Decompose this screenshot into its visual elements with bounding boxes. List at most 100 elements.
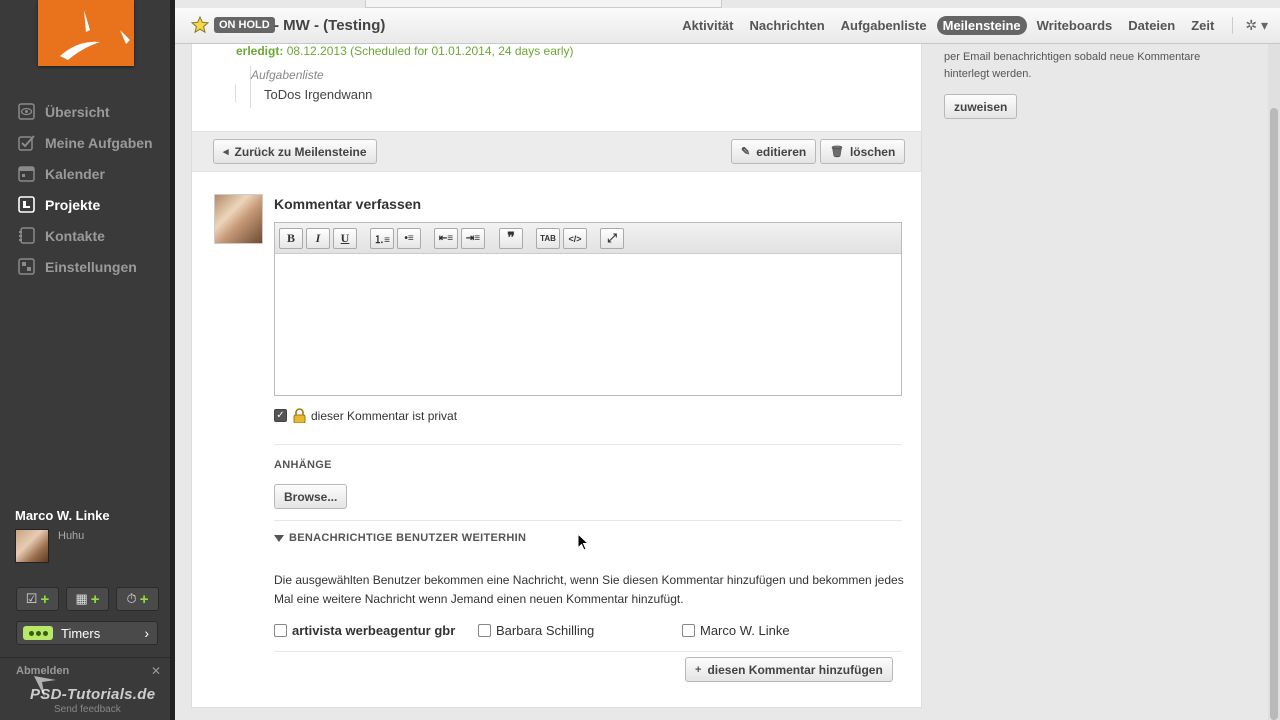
add-comment-button[interactable]: + diesen Kommentar hinzufügen (685, 657, 893, 682)
sidebar-item-label: Einstellungen (45, 258, 137, 275)
private-label: dieser Kommentar ist privat (311, 408, 458, 423)
pencil-icon: ✎ (741, 146, 751, 158)
delete-button[interactable]: 🗑 löschen (820, 139, 906, 164)
avatar[interactable] (15, 529, 49, 563)
edit-button[interactable]: ✎ editieren (731, 139, 817, 164)
tab-writeboards[interactable]: Writeboards (1031, 16, 1119, 35)
plus-icon: + (90, 590, 100, 608)
sidebar-edge (170, 0, 175, 720)
italic-button[interactable]: I (306, 228, 330, 249)
add-task-button[interactable]: ☑ + (16, 587, 59, 611)
subscribe-text: per Email benachrichtigen sobald neue Ko… (944, 51, 1201, 80)
person-option[interactable]: Marco W. Linke (682, 623, 790, 638)
star-icon[interactable] (191, 16, 209, 34)
private-checkbox[interactable]: ✓ (274, 409, 287, 422)
outdent-icon[interactable]: ⇤≡ (434, 228, 458, 249)
editor-toolbar: B I U ⒈≡ •≡ ⇤≡ ⇥≡ ❞ TAB </> ⤢ (275, 223, 901, 254)
project-menu: Aktivität Nachrichten Aufgabenliste Meil… (672, 16, 1268, 35)
sidebar-item-kalender[interactable]: Kalender (0, 158, 170, 189)
add-event-button[interactable]: ▦ + (66, 587, 109, 611)
sidebar-item-projekte[interactable]: Projekte (0, 189, 170, 220)
sidebar-item-label: Projekte (45, 196, 101, 213)
delete-label: löschen (849, 144, 896, 159)
avatar (214, 194, 263, 244)
calendar-icon: ▦ (75, 591, 88, 606)
tasklist-link[interactable]: ToDos Irgendwann (264, 87, 372, 102)
gear-icon[interactable]: ✲ ▾ (1232, 17, 1268, 34)
notify-description: Die ausgewählten Benutzer bekommen eine … (274, 573, 904, 606)
sidebar-item-label: Kalender (45, 165, 105, 182)
sidebar-item-uebersicht[interactable]: Übersicht (0, 96, 170, 127)
quote-icon[interactable]: ❞ (499, 228, 523, 249)
sidebar-item-einstellungen[interactable]: Einstellungen (0, 251, 170, 282)
completion-line: erledigt: 08.12.2013 (Scheduled for 01.0… (236, 44, 574, 58)
ordered-list-icon[interactable]: ⒈≡ (370, 228, 394, 249)
timers-button[interactable]: Timers › (16, 621, 158, 645)
attachments-label: ANHÄNGE (274, 459, 332, 471)
person-option[interactable]: Barbara Schilling (478, 623, 594, 638)
private-row: ✓ dieser Kommentar ist privat (274, 408, 457, 423)
feedback-link[interactable]: Send feedback (54, 704, 121, 715)
milestone-panel: erledigt: 08.12.2013 (Scheduled for 01.0… (191, 44, 922, 708)
chevron-right-icon: › (144, 625, 149, 641)
back-to-milestones-button[interactable]: ◂ Zurück zu Meilensteine (213, 139, 377, 164)
notify-toggle[interactable]: BENACHRICHTIGE BENUTZER WEITERHIN (274, 532, 526, 544)
quick-add-row: ☑ + ▦ + ⏱ + (16, 587, 159, 611)
indent-icon[interactable]: ⇥≡ (461, 228, 485, 249)
status-badge: ON HOLD (214, 17, 275, 33)
arrow-left-icon: ◂ (223, 146, 229, 158)
divider (274, 651, 902, 652)
triangle-down-icon (274, 534, 284, 542)
sidebar-item-label: Meine Aufgaben (45, 134, 153, 151)
tab-icon[interactable]: TAB (536, 228, 560, 249)
logo-swoosh-icon (60, 10, 130, 60)
tab-aufgabenliste[interactable]: Aufgabenliste (835, 16, 933, 35)
tab-nachrichten[interactable]: Nachrichten (744, 16, 831, 35)
tasklist-line (235, 84, 236, 102)
assign-button[interactable]: zuweisen (944, 94, 1018, 119)
add-time-button[interactable]: ⏱ + (116, 587, 159, 611)
user-name[interactable]: Marco W. Linke (15, 508, 110, 523)
sidebar-item-meine-aufgaben[interactable]: Meine Aufgaben (0, 127, 170, 158)
tab-zeit[interactable]: Zeit (1185, 16, 1220, 35)
scroll-thumb[interactable] (1270, 108, 1278, 720)
back-label: Zurück zu Meilensteine (234, 144, 367, 159)
checkbox-icon (18, 134, 35, 151)
person-checkbox[interactable] (274, 624, 287, 637)
app-logo[interactable] (38, 0, 134, 66)
timer-indicator-icon (23, 626, 53, 640)
html-icon[interactable]: </> (563, 228, 587, 249)
close-icon[interactable]: ✕ (151, 664, 161, 678)
unordered-list-icon[interactable]: •≡ (397, 228, 421, 249)
plus-icon: + (695, 663, 702, 676)
sidebar-item-kontakte[interactable]: Kontakte (0, 220, 170, 251)
fullscreen-icon[interactable]: ⤢ (600, 228, 624, 249)
person-checkbox[interactable] (682, 624, 695, 637)
tab-dateien[interactable]: Dateien (1122, 16, 1181, 35)
comment-title: Kommentar verfassen (274, 196, 422, 212)
milestone-toolbar: ◂ Zurück zu Meilensteine ✎ editieren 🗑 l… (192, 131, 921, 172)
bold-button[interactable]: B (279, 228, 303, 249)
tab-meilensteine[interactable]: Meilensteine (936, 16, 1027, 35)
tasklist-label: Aufgabenliste (251, 68, 324, 82)
browser-tab-strip (365, 0, 722, 8)
mouse-cursor-icon (577, 533, 589, 551)
tab-aktivitaet[interactable]: Aktivität (676, 16, 739, 35)
sidebar-nav: Übersicht Meine Aufgaben Kalender Projek… (0, 96, 170, 282)
person-option[interactable]: artivista werbeagentur gbr (274, 623, 455, 638)
divider (0, 657, 170, 658)
stopwatch-icon: ⏱ (126, 591, 137, 606)
comment-textarea[interactable] (275, 254, 901, 395)
projects-icon (18, 196, 35, 213)
underline-button[interactable]: U (333, 228, 357, 249)
calendar-icon (18, 165, 35, 182)
contacts-icon (18, 227, 35, 244)
sidebar: Übersicht Meine Aufgaben Kalender Projek… (0, 0, 170, 720)
browse-button[interactable]: Browse... (274, 484, 348, 509)
notify-label-text: BENACHRICHTIGE BENUTZER WEITERHIN (289, 532, 527, 544)
people-list: artivista werbeagentur gbr Barbara Schil… (274, 623, 902, 641)
person-checkbox[interactable] (478, 624, 491, 637)
assign-label: zuweisen (954, 99, 1008, 114)
right-panel: per Email benachrichtigen sobald neue Ko… (930, 44, 1268, 720)
page-title: - MW - (Testing) (274, 17, 386, 34)
